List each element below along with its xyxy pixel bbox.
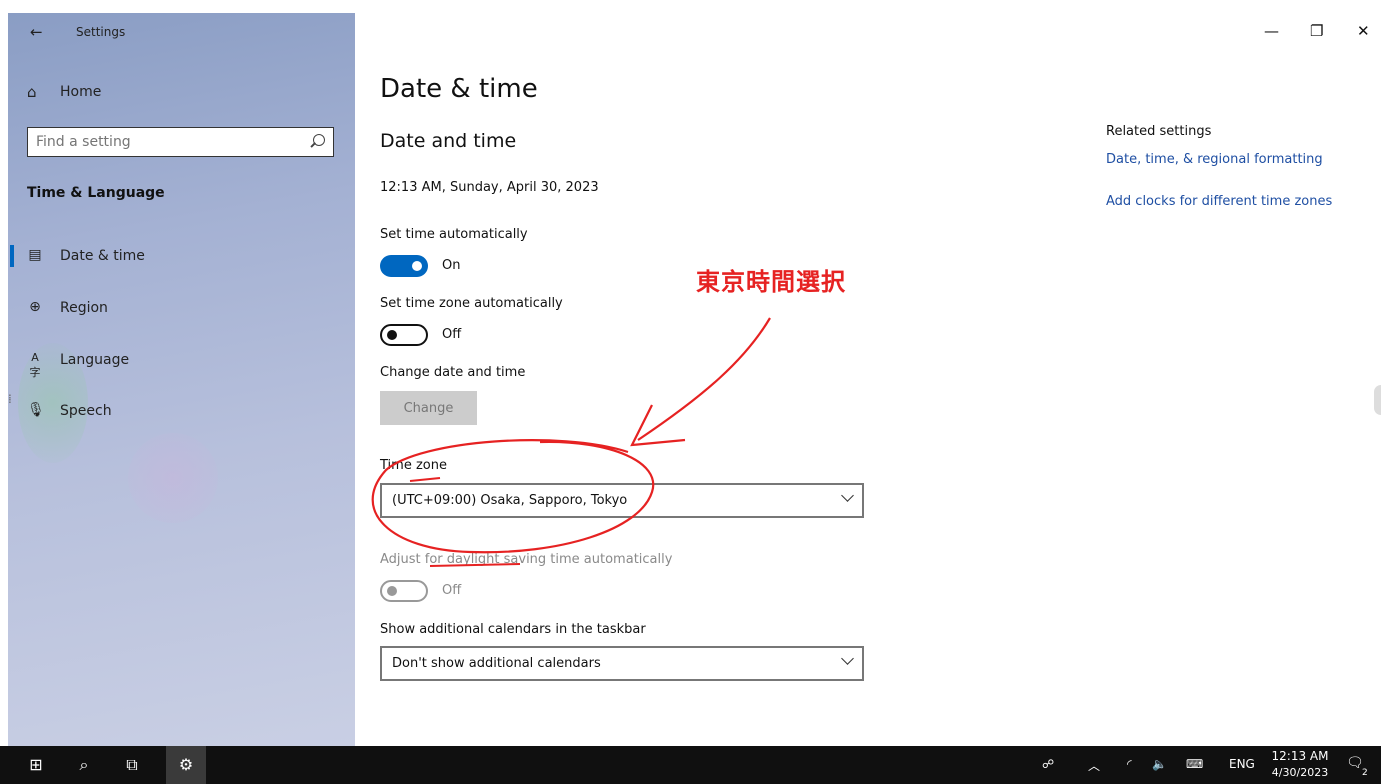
- start-windows-icon[interactable]: ⊞: [16, 746, 56, 784]
- language-icon: A字: [29, 351, 41, 379]
- change-datetime-label: Change date and time: [380, 365, 526, 380]
- sidebar-item-date-time[interactable]: ▤ Date & time: [8, 241, 355, 271]
- set-zone-auto-label: Set time zone automatically: [380, 296, 563, 311]
- back-arrow-icon[interactable]: ←: [30, 23, 43, 41]
- app-title: Settings: [76, 25, 126, 39]
- globe-icon: ⊕: [29, 299, 41, 315]
- keyboard-icon[interactable]: ⌨: [1186, 757, 1203, 771]
- home-icon: ⌂: [27, 83, 37, 101]
- time-zone-label: Time zone: [380, 458, 447, 473]
- sidebar-item-home[interactable]: ⌂ Home: [8, 80, 355, 106]
- time-zone-value: (UTC+09:00) Osaka, Sapporo, Tokyo: [392, 493, 628, 508]
- microphone-icon: 🎙: [27, 402, 45, 418]
- calendars-dropdown[interactable]: Don't show additional calendars: [380, 646, 864, 681]
- drag-handle[interactable]: ⁞: [8, 392, 12, 406]
- related-settings-title: Related settings: [1106, 124, 1212, 139]
- chevron-down-icon: [841, 652, 854, 665]
- calendar-clock-icon: ▤: [28, 247, 42, 263]
- toggle-state-label: On: [442, 258, 461, 273]
- sidebar-item-label: Region: [60, 300, 108, 316]
- add-clocks-link[interactable]: Add clocks for different time zones: [1106, 194, 1332, 209]
- sidebar-item-label: Home: [60, 84, 102, 100]
- daylight-label: Adjust for daylight saving time automati…: [380, 552, 673, 567]
- current-datetime: 12:13 AM, Sunday, April 30, 2023: [380, 180, 599, 195]
- calendars-value: Don't show additional calendars: [392, 656, 601, 671]
- calendars-label: Show additional calendars in the taskbar: [380, 622, 646, 637]
- chevron-up-icon[interactable]: ︿: [1088, 757, 1100, 774]
- sidebar-item-region[interactable]: ⊕ Region: [8, 293, 355, 323]
- people-icon[interactable]: ☍: [1042, 757, 1054, 771]
- search-icon[interactable]: [313, 134, 325, 146]
- toggle-knob: [387, 586, 397, 596]
- sidebar-item-language[interactable]: A字 Language: [8, 345, 355, 379]
- sidebar-item-label: Date & time: [60, 248, 145, 264]
- search-field[interactable]: [27, 127, 334, 157]
- toggle-state-label: Off: [442, 583, 462, 598]
- settings-gear-icon[interactable]: ⚙: [166, 746, 206, 784]
- section-header: Time & Language: [27, 185, 165, 201]
- clock-date[interactable]: 4/30/2023: [1271, 766, 1329, 779]
- clock-time[interactable]: 12:13 AM: [1271, 749, 1329, 763]
- restore-icon[interactable]: ❐: [1310, 22, 1323, 40]
- daylight-toggle[interactable]: [380, 580, 428, 602]
- volume-icon[interactable]: 🔈: [1152, 757, 1167, 771]
- search-icon[interactable]: ⌕: [64, 746, 104, 784]
- set-time-auto-toggle[interactable]: [380, 255, 428, 277]
- sidebar: [8, 13, 355, 746]
- sidebar-item-label: Language: [60, 352, 130, 368]
- set-time-auto-label: Set time automatically: [380, 227, 528, 242]
- page-title: Date & time: [380, 74, 538, 104]
- toggle-state-label: Off: [442, 327, 462, 342]
- set-zone-auto-toggle[interactable]: [380, 324, 428, 346]
- title-bar: ← Settings: [8, 13, 355, 51]
- scroll-nub[interactable]: [1374, 385, 1381, 415]
- section-title: Date and time: [380, 130, 517, 152]
- toggle-knob: [412, 261, 422, 271]
- change-button[interactable]: Change: [380, 391, 477, 425]
- background-blur: [128, 433, 218, 523]
- left-edge: [0, 0, 8, 746]
- taskbar: ⊞ ⌕ ⧉ ⚙ ☍ ︿ ◜ 🔈 ⌨ ENG 12:13 AM 4/30/2023…: [0, 746, 1381, 784]
- toggle-knob: [387, 330, 397, 340]
- minimize-icon[interactable]: —: [1264, 22, 1279, 40]
- wifi-icon[interactable]: ◜: [1127, 757, 1132, 771]
- task-view-icon[interactable]: ⧉: [112, 746, 152, 784]
- notification-count: 2: [1362, 768, 1368, 778]
- regional-formatting-link[interactable]: Date, time, & regional formatting: [1106, 152, 1323, 167]
- search-input[interactable]: [36, 132, 296, 152]
- annotation-label: 東京時間選択: [696, 268, 846, 296]
- close-icon[interactable]: ✕: [1357, 22, 1370, 40]
- language-indicator[interactable]: ENG: [1229, 757, 1255, 771]
- time-zone-dropdown[interactable]: (UTC+09:00) Osaka, Sapporo, Tokyo: [380, 483, 864, 518]
- chevron-down-icon: [841, 489, 854, 502]
- sidebar-item-speech[interactable]: 🎙 Speech: [8, 396, 355, 426]
- sidebar-item-label: Speech: [60, 403, 112, 419]
